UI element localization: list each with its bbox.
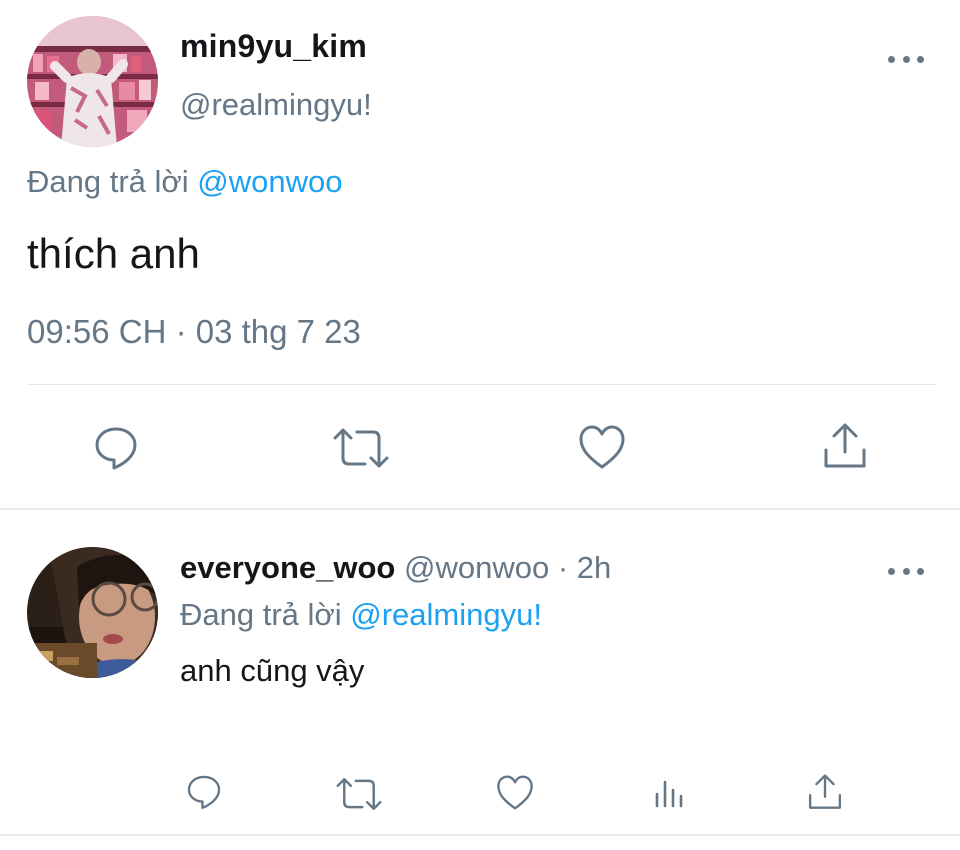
avatar-image <box>27 547 158 678</box>
like-icon[interactable] <box>578 424 626 470</box>
replying-to: Đang trả lời @realmingyu! <box>180 597 542 633</box>
display-name[interactable]: everyone_woo <box>180 550 395 585</box>
more-dots-icon[interactable] <box>888 54 924 64</box>
reply-icon[interactable] <box>92 424 140 472</box>
tweet-text: thích anh <box>27 230 200 277</box>
like-icon[interactable] <box>496 774 534 811</box>
tweet-text: anh cũng vậy <box>180 653 365 688</box>
reply-avatar[interactable] <box>27 547 158 678</box>
reply-icon[interactable] <box>185 773 223 811</box>
retweet-icon[interactable] <box>336 776 382 812</box>
display-name[interactable]: min9yu_kim <box>180 28 367 65</box>
bottom-divider <box>0 834 960 836</box>
divider <box>27 384 935 385</box>
tweet-timestamp[interactable]: 09:56 CH · 03 thg 7 23 <box>27 313 361 351</box>
share-icon[interactable] <box>807 773 843 811</box>
main-avatar[interactable] <box>27 16 158 147</box>
section-divider <box>0 508 960 510</box>
avatar-image <box>27 16 158 147</box>
separator: · <box>549 550 577 585</box>
analytics-icon[interactable] <box>653 776 689 812</box>
replying-to-label: Đang trả lời <box>180 597 351 632</box>
share-icon[interactable] <box>822 422 868 470</box>
replying-to-mention[interactable]: @wonwoo <box>197 164 342 199</box>
retweet-icon[interactable] <box>333 426 389 470</box>
time-ago[interactable]: 2h <box>577 550 611 585</box>
user-handle[interactable]: @realmingyu! <box>180 87 372 123</box>
user-handle[interactable]: @wonwoo <box>404 550 549 585</box>
reply-header: everyone_woo @wonwoo · 2h <box>180 550 611 586</box>
replying-to: Đang trả lời @wonwoo <box>27 164 342 200</box>
replying-to-label: Đang trả lời <box>27 164 198 199</box>
replying-to-mention[interactable]: @realmingyu! <box>350 597 542 632</box>
more-dots-icon[interactable] <box>888 566 924 576</box>
